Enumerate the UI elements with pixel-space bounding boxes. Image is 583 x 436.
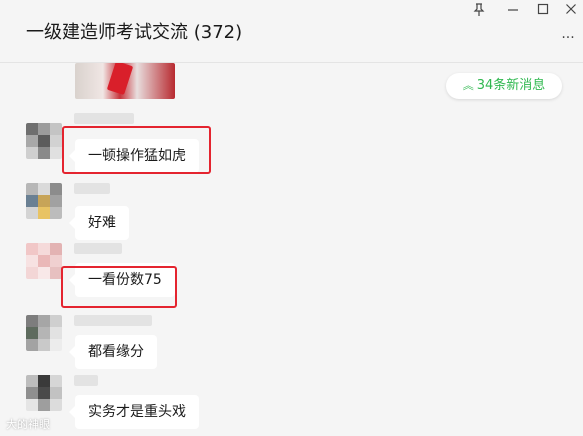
title-bar: 一级建造师考试交流 (372) ···: [0, 0, 583, 63]
message-bubble[interactable]: 好难: [69, 206, 129, 240]
sender-name: [74, 183, 110, 194]
avatar[interactable]: [26, 243, 62, 279]
double-chevron-up-icon: ︽: [462, 79, 474, 92]
maximize-icon[interactable]: [533, 3, 553, 21]
message-row: 实务才是重头戏: [0, 375, 583, 436]
highlight-box: [62, 126, 211, 174]
pin-icon[interactable]: [469, 3, 489, 21]
message-bubble[interactable]: 实务才是重头戏: [69, 395, 199, 429]
image-message-thumbnail[interactable]: [75, 63, 175, 99]
highlight-box: [61, 266, 177, 308]
sender-name: [74, 315, 152, 326]
new-messages-label: 34条新消息: [476, 78, 546, 93]
chat-title: 一级建造师考试交流 (372): [26, 22, 243, 43]
close-icon[interactable]: [561, 3, 581, 21]
image-sticker: [106, 63, 134, 96]
avatar[interactable]: [26, 375, 62, 411]
minimize-icon[interactable]: [503, 3, 523, 21]
chat-message-area[interactable]: ︽ 34条新消息 一顿操作猛如虎 好难 一看份数75 都看缘分 实务才是重头戏: [0, 63, 583, 436]
avatar[interactable]: [26, 183, 62, 219]
watermark: 大的神眼: [6, 418, 50, 431]
more-icon[interactable]: ···: [557, 30, 579, 46]
sender-name: [74, 375, 98, 386]
avatar[interactable]: [26, 315, 62, 351]
sender-name: [74, 113, 134, 124]
message-row: 好难: [0, 183, 583, 247]
message-row: 都看缘分: [0, 315, 583, 379]
avatar[interactable]: [26, 123, 62, 159]
sender-name: [74, 243, 122, 254]
message-bubble[interactable]: 都看缘分: [69, 335, 157, 369]
new-messages-button[interactable]: ︽ 34条新消息: [446, 73, 562, 99]
